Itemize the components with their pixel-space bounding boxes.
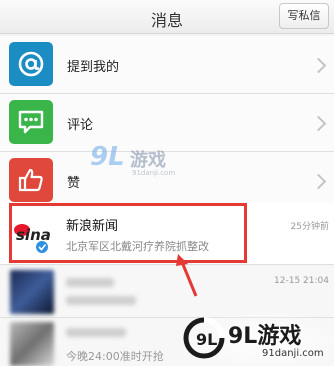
highlight-annotation-box bbox=[9, 203, 247, 263]
blurred-title bbox=[66, 278, 114, 287]
blurred-title bbox=[66, 328, 126, 337]
menu-item-label: 提到我的 bbox=[67, 60, 120, 75]
avatar bbox=[10, 322, 54, 366]
menu-item-comments[interactable]: 评论 bbox=[0, 94, 334, 152]
conversation-time: 12-15 21:04 bbox=[274, 276, 329, 286]
menu-item-likes[interactable]: 赞 bbox=[0, 152, 334, 210]
red-arrow-annotation bbox=[176, 254, 198, 297]
conversation-item-blurred[interactable]: 今晚24:00准时开抢 bbox=[0, 318, 334, 366]
blurred-preview bbox=[66, 296, 136, 305]
header-bar: 消息 写私信 bbox=[0, 0, 334, 34]
conversation-item-blurred[interactable]: 12-15 21:04 bbox=[0, 266, 334, 318]
conversation-preview: 今晚24:00准时开抢 bbox=[66, 350, 164, 363]
menu-item-label: 赞 bbox=[67, 176, 81, 191]
comment-bubble-icon bbox=[9, 100, 53, 144]
compose-message-button[interactable]: 写私信 bbox=[279, 3, 329, 29]
menu-item-mentions[interactable]: 提到我的 bbox=[0, 36, 334, 94]
at-icon bbox=[9, 42, 53, 86]
thumbs-up-icon bbox=[9, 158, 53, 202]
conversation-time: 25分钟前 bbox=[290, 222, 329, 232]
avatar bbox=[10, 270, 54, 314]
chevron-right-icon bbox=[310, 115, 327, 132]
chevron-right-icon bbox=[310, 57, 327, 74]
chevron-right-icon bbox=[310, 173, 327, 190]
menu-item-label: 评论 bbox=[67, 118, 94, 133]
